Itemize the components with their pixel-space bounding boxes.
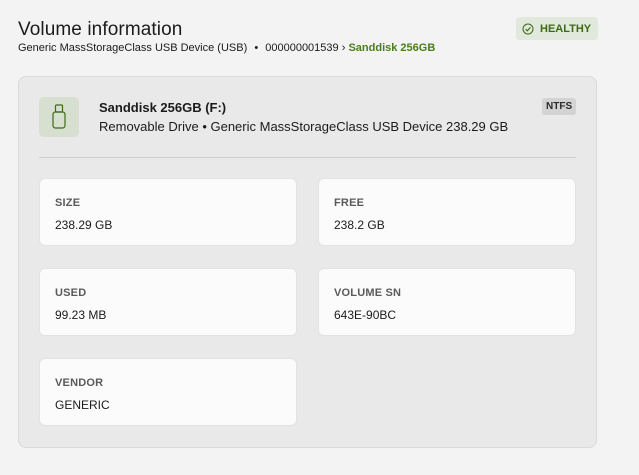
volume-description: Removable Drive • Generic MassStorageCla… (99, 119, 509, 134)
vendor-tile: VENDOR GENERIC (39, 358, 297, 426)
used-value: 99.23 MB (55, 308, 107, 322)
status-label: HEALTHY (540, 22, 592, 35)
breadcrumb-current: Sanddisk 256GB (348, 42, 436, 54)
free-value: 238.2 GB (334, 218, 385, 232)
used-tile: USED 99.23 MB (39, 268, 297, 336)
size-value: 238.29 GB (55, 218, 113, 232)
size-tile: SIZE 238.29 GB (39, 178, 297, 246)
free-tile: FREE 238.2 GB (318, 178, 576, 246)
divider (39, 157, 576, 158)
breadcrumb: Generic MassStorageClass USB Device (USB… (18, 42, 435, 54)
volume-sn-label: VOLUME SN (334, 287, 402, 299)
breadcrumb-bullet: • (254, 42, 259, 54)
vendor-label: VENDOR (55, 377, 104, 389)
check-circle-icon (522, 23, 534, 34)
breadcrumb-device[interactable]: Generic MassStorageClass USB Device (USB… (18, 42, 247, 54)
filesystem-badge: NTFS (542, 98, 577, 115)
page-title: Volume information (18, 19, 183, 40)
volume-sn-tile: VOLUME SN 643E-90BC (318, 268, 576, 336)
status-badge: HEALTHY (516, 17, 598, 40)
breadcrumb-chevron: › (341, 42, 346, 54)
size-label: SIZE (55, 197, 81, 209)
volume-sn-value: 643E-90BC (334, 308, 397, 322)
vendor-value: GENERIC (55, 398, 110, 412)
volume-card: Sanddisk 256GB (F:) Removable Drive • Ge… (18, 76, 597, 448)
used-label: USED (55, 287, 87, 299)
volume-name: Sanddisk 256GB (F:) (99, 100, 227, 115)
breadcrumb-serial[interactable]: 000000001539 (265, 42, 338, 54)
drive-icon-container (39, 97, 79, 137)
free-label: FREE (334, 197, 365, 209)
usb-drive-icon (52, 104, 66, 129)
